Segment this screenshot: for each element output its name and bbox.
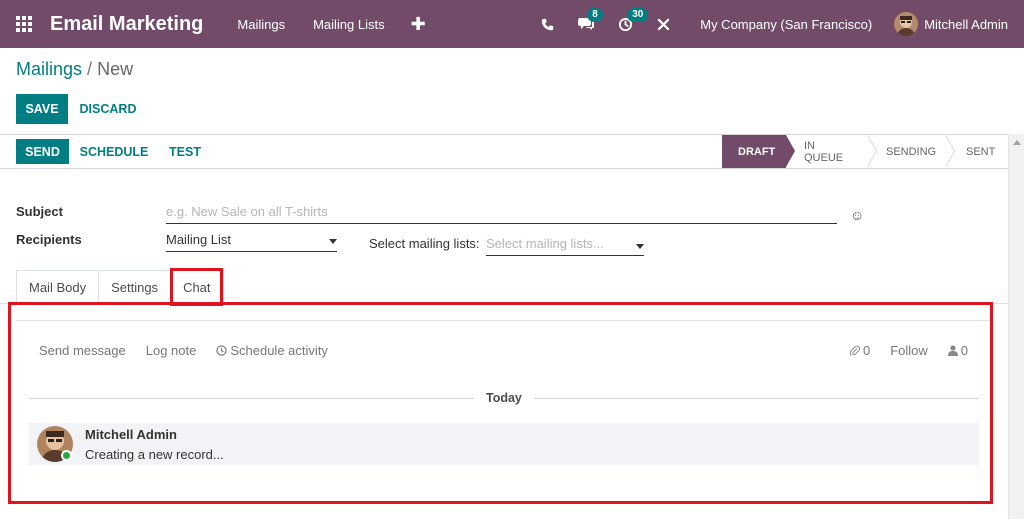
- menu-mailing-lists[interactable]: Mailing Lists: [313, 17, 385, 32]
- stage-in-queue-label: IN QUEUE: [804, 139, 844, 164]
- stage-draft-label: DRAFT: [738, 145, 776, 158]
- breadcrumb-current: New: [97, 59, 134, 79]
- breadcrumb-separator: /: [87, 59, 93, 79]
- stage-draft[interactable]: DRAFT: [722, 134, 795, 168]
- stage-in-queue[interactable]: IN QUEUE: [786, 134, 877, 168]
- menu-mailings[interactable]: Mailings: [237, 17, 285, 32]
- app-title[interactable]: Email Marketing: [50, 13, 203, 36]
- tab-mail-body[interactable]: Mail Body: [16, 270, 100, 304]
- form-statusbar: SEND SCHEDULE TEST DRAFT IN QUEUE SENDIN…: [0, 134, 1008, 169]
- subject-placeholder: e.g. New Sale on all T-shirts: [166, 204, 328, 219]
- mailing-lists-input[interactable]: Select mailing lists...: [486, 236, 644, 256]
- tab-settings[interactable]: Settings: [98, 270, 172, 304]
- user-menu[interactable]: Mitchell Admin: [894, 12, 1008, 36]
- navbar-systray: 8 30 My Company (San Francisco) Mitchell…: [529, 0, 1024, 48]
- top-navbar: Email Marketing Mailings Mailing Lists ✚…: [0, 0, 1024, 48]
- recipients-value: Mailing List: [166, 232, 232, 247]
- stage-sent-label: SENT: [966, 145, 996, 158]
- messages-badge: 8: [587, 8, 603, 22]
- chat-tab-highlight: [170, 268, 223, 306]
- user-name: Mitchell Admin: [924, 16, 1008, 32]
- chevron-down-icon: [329, 239, 337, 244]
- chevron-down-icon: [636, 244, 644, 249]
- company-switcher[interactable]: My Company (San Francisco): [700, 17, 872, 32]
- stage-sending-label: SENDING: [886, 145, 937, 158]
- save-button[interactable]: SAVE: [16, 94, 68, 124]
- activities-badge: 30: [627, 7, 649, 22]
- discard-button[interactable]: DISCARD: [80, 94, 137, 124]
- stage-sending[interactable]: SENDING: [868, 134, 955, 168]
- recipients-label: Recipients: [16, 232, 82, 247]
- send-button[interactable]: SEND: [16, 139, 69, 164]
- breadcrumb: Mailings / New: [16, 59, 133, 80]
- breadcrumb-mailings[interactable]: Mailings: [16, 59, 82, 79]
- emoji-icon[interactable]: ☺: [850, 207, 864, 223]
- mailing-lists-label: Select mailing lists:: [369, 236, 480, 251]
- subject-input[interactable]: e.g. New Sale on all T-shirts: [166, 204, 837, 224]
- stage-pipeline: DRAFT IN QUEUE SENDING SENT: [722, 134, 1008, 168]
- mailing-lists-placeholder: Select mailing lists...: [486, 236, 604, 251]
- recipients-select[interactable]: Mailing List: [166, 232, 337, 252]
- scroll-up-arrow-icon[interactable]: [1013, 140, 1021, 145]
- chat-panel-highlight: [8, 302, 993, 504]
- user-avatar: [894, 12, 919, 36]
- stage-sent[interactable]: SENT: [946, 135, 1008, 168]
- plus-icon[interactable]: ✚: [411, 14, 426, 35]
- test-button[interactable]: TEST: [166, 139, 204, 164]
- schedule-button[interactable]: SCHEDULE: [80, 139, 149, 164]
- phone-icon[interactable]: [541, 18, 554, 31]
- subject-label: Subject: [16, 204, 63, 219]
- vertical-scrollbar[interactable]: [1008, 134, 1024, 519]
- activities-icon[interactable]: 30: [618, 7, 649, 32]
- apps-menu-icon[interactable]: [0, 0, 48, 48]
- messages-icon[interactable]: 8: [578, 8, 603, 31]
- debug-tools-icon[interactable]: [657, 18, 670, 31]
